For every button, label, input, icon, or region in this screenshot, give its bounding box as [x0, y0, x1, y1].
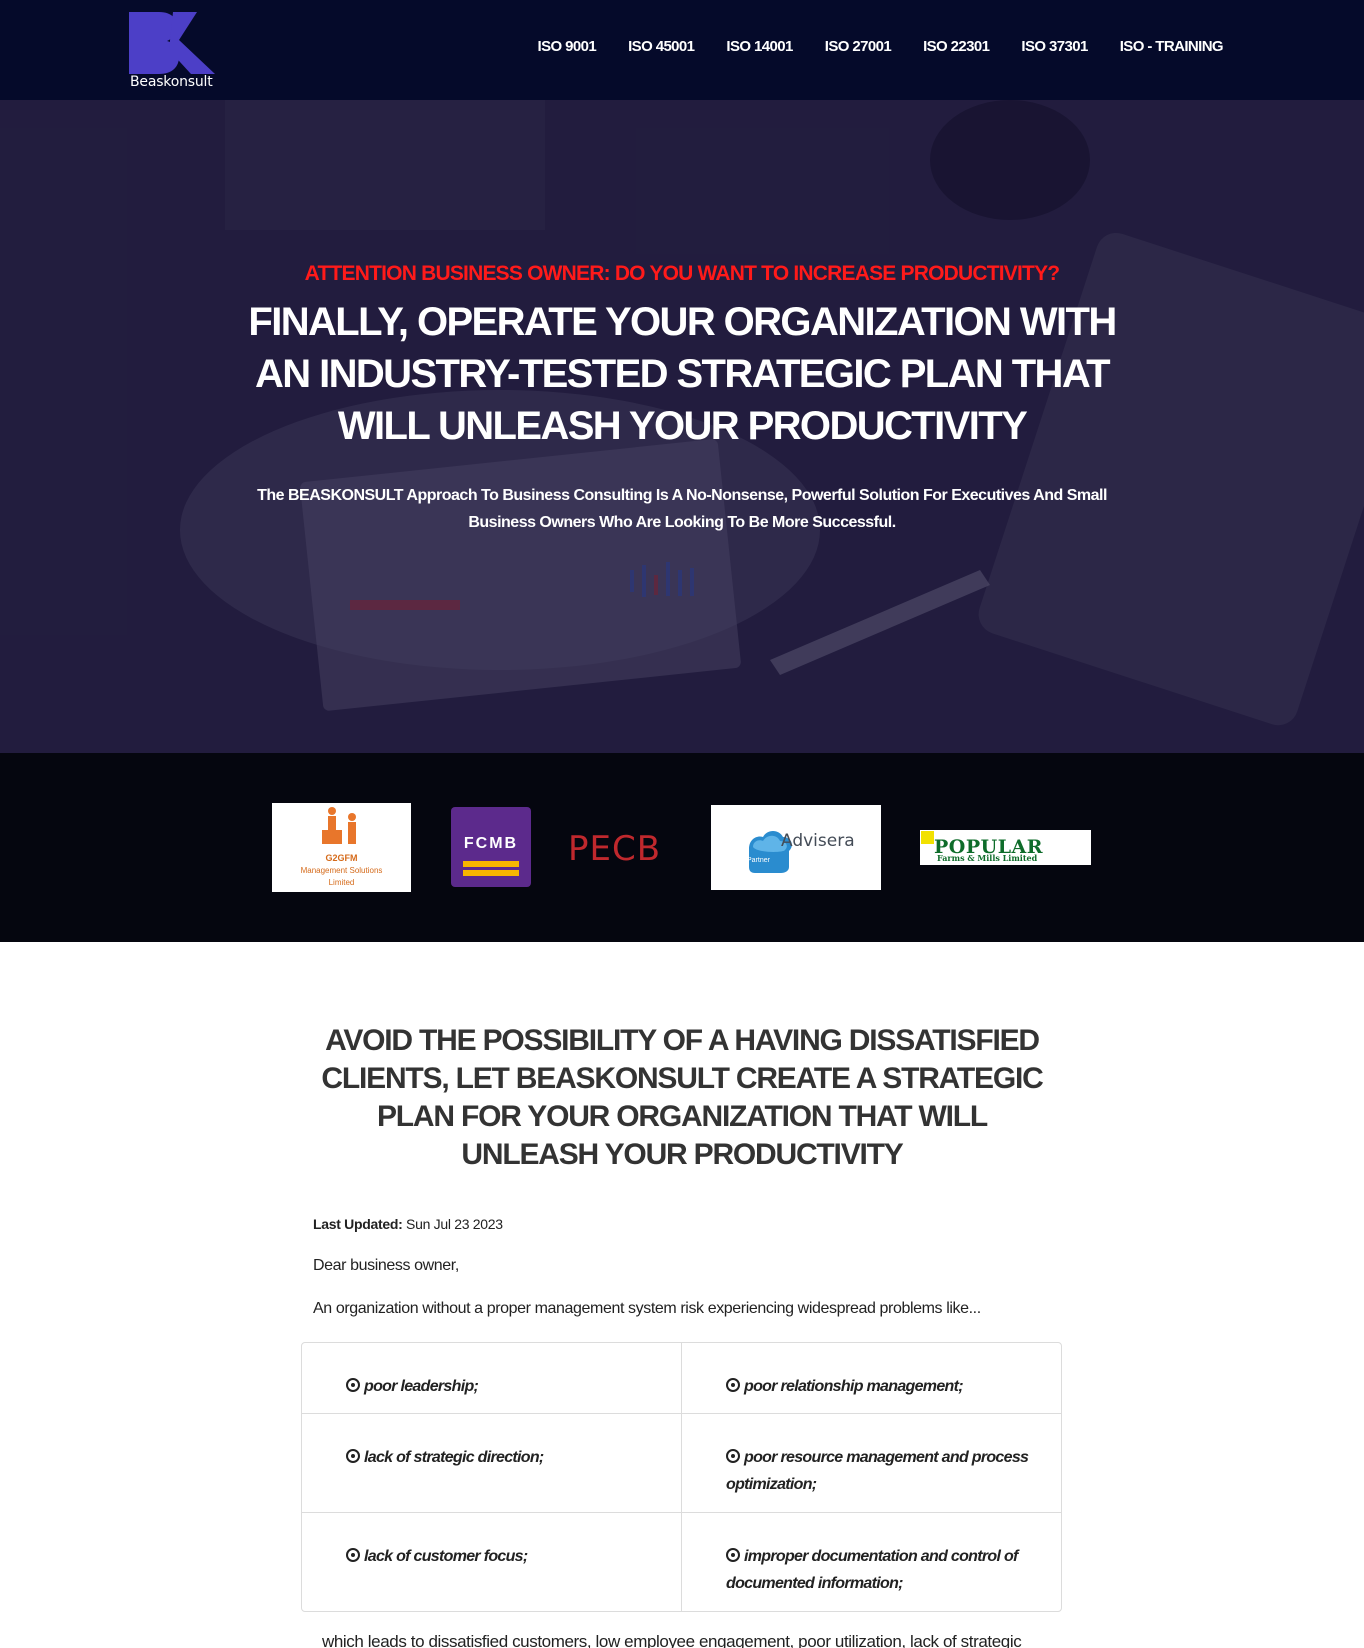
brand-logo[interactable]: Beaskonsult	[129, 12, 217, 92]
problem-text: lack of customer focus;	[364, 1548, 528, 1565]
problem-item: improper documentation and control of do…	[682, 1513, 1062, 1612]
problem-text: poor relationship management;	[744, 1378, 964, 1395]
last-updated-value: Sun Jul 23 2023	[406, 1216, 503, 1232]
nav-link-iso-training[interactable]: ISO - TRAINING	[1120, 38, 1224, 55]
circle-dot-icon	[726, 1548, 740, 1562]
advisera-label: Advisera	[781, 831, 855, 851]
g2gfm-line2: Management Solutions	[300, 866, 383, 875]
hero-title: FINALLY, OPERATE YOUR ORGANIZATION WITH …	[248, 300, 1117, 448]
nav-link-iso-37301[interactable]: ISO 37301	[1021, 38, 1088, 55]
nav-link-iso-27001[interactable]: ISO 27001	[825, 38, 892, 55]
section-title: AVOID THE POSSIBILITY OF A HAVING DISSAT…	[321, 1024, 1043, 1171]
fcmb-label: FCMB	[463, 835, 519, 852]
popular-square-icon	[921, 831, 934, 844]
nav-link-iso-22301[interactable]: ISO 22301	[923, 38, 990, 55]
hero-section: ATTENTION BUSINESS OWNER: DO YOU WANT TO…	[0, 100, 1364, 753]
content-section: AVOID THE POSSIBILITY OF A HAVING DISSAT…	[0, 942, 1364, 1648]
client-logo-fcmb: FCMB	[451, 807, 531, 887]
hero-subtitle: The BEASKONSULT Approach To Business Con…	[257, 487, 1107, 531]
last-updated: Last Updated: Sun Jul 23 2023	[313, 1216, 503, 1232]
circle-dot-icon	[346, 1449, 360, 1463]
advisera-badge: Partner	[747, 857, 770, 864]
g2gfm-figures-icon	[322, 807, 356, 844]
problem-text: improper documentation and control of do…	[726, 1548, 1018, 1592]
client-logo-popular: POPULAR Farms & Mills Limited	[920, 830, 1091, 865]
hero-kicker: ATTENTION BUSINESS OWNER: DO YOU WANT TO…	[304, 262, 1060, 285]
client-logo-pecb: PECB	[568, 829, 662, 869]
g2gfm-name: G2GFM	[325, 853, 358, 863]
client-logos-strip: G2GFM Management Solutions Limited FCMB …	[0, 753, 1364, 942]
circle-dot-icon	[346, 1378, 360, 1392]
problem-item: poor resource management and process opt…	[682, 1414, 1062, 1513]
problem-item: lack of strategic direction;	[302, 1414, 682, 1513]
problem-text: poor leadership;	[364, 1378, 479, 1395]
trailing-paragraph: which leads to dissatisfied customers, l…	[322, 1632, 1022, 1648]
client-logo-g2gfm: G2GFM Management Solutions Limited	[272, 803, 411, 892]
problem-item: poor leadership;	[302, 1343, 682, 1414]
problem-item: poor relationship management;	[682, 1343, 1062, 1414]
circle-dot-icon	[726, 1378, 740, 1392]
nav-link-iso-45001[interactable]: ISO 45001	[628, 38, 695, 55]
advisera-cloud-icon	[749, 831, 792, 873]
problems-grid: poor leadership; poor relationship manag…	[301, 1342, 1062, 1612]
nav-link-iso-14001[interactable]: ISO 14001	[726, 38, 793, 55]
nav-link-iso-9001[interactable]: ISO 9001	[538, 38, 597, 55]
popular-sub: Farms & Mills Limited	[937, 853, 1038, 863]
problem-item: lack of customer focus;	[302, 1513, 682, 1612]
intro-text: An organization without a proper managem…	[313, 1300, 981, 1317]
circle-dot-icon	[346, 1548, 360, 1562]
problem-text: lack of strategic direction;	[364, 1449, 544, 1466]
circle-dot-icon	[726, 1449, 740, 1463]
last-updated-label: Last Updated:	[313, 1216, 403, 1232]
beaskonsult-logo-mark	[129, 12, 215, 74]
client-logo-advisera: Advisera Partner	[711, 805, 881, 890]
fcmb-bar-top	[463, 861, 519, 867]
g2gfm-line3: Limited	[328, 878, 355, 887]
greeting-text: Dear business owner,	[313, 1257, 459, 1274]
fcmb-bar-bottom	[463, 870, 519, 876]
top-navbar: Beaskonsult ISO 9001 ISO 45001 ISO 14001…	[0, 0, 1364, 100]
main-menu: ISO 9001 ISO 45001 ISO 14001 ISO 27001 I…	[506, 38, 1224, 55]
problem-text: poor resource management and process opt…	[726, 1449, 1029, 1493]
brand-name: Beaskonsult	[130, 74, 213, 90]
